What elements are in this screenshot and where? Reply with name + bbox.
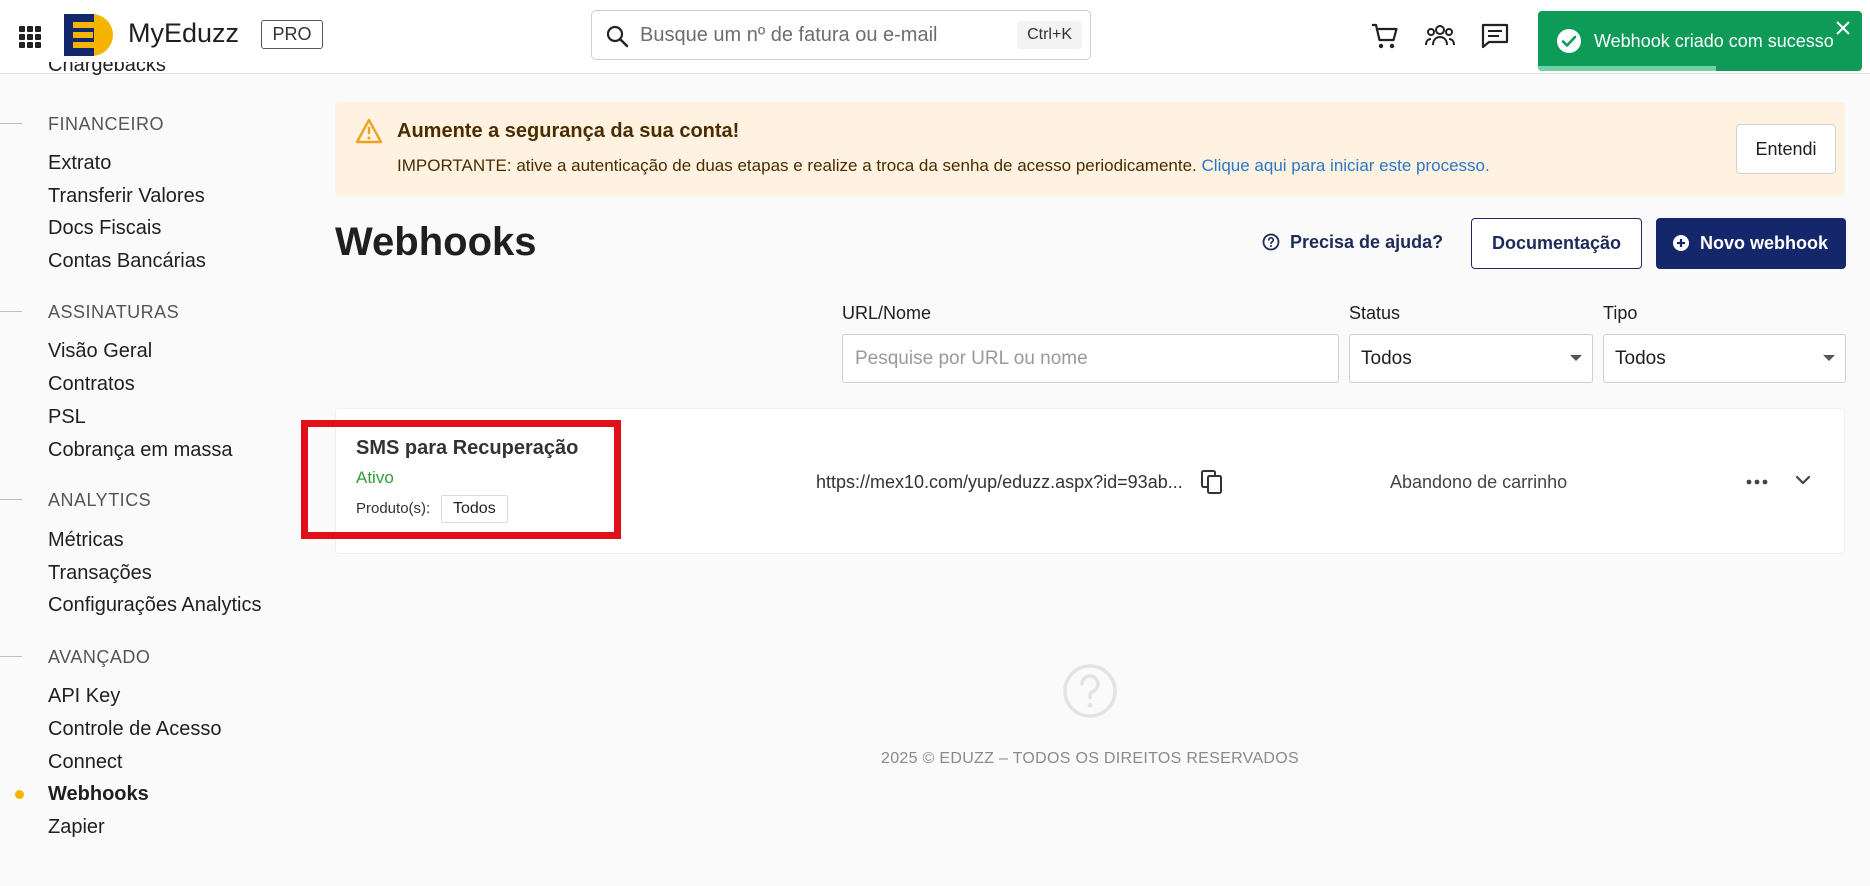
status-filter-label: Status [1349, 303, 1401, 323]
chat-icon[interactable] [1479, 20, 1511, 52]
search-icon [606, 25, 629, 48]
copy-icon[interactable] [1200, 469, 1224, 495]
users-icon[interactable] [1424, 20, 1456, 52]
success-toast: Webhook criado com sucesso [1538, 11, 1862, 71]
sidebar-item-api-key[interactable]: API Key [48, 685, 120, 708]
alert-title: Aumente a segurança da sua conta! [397, 120, 740, 142]
close-icon[interactable] [1834, 19, 1852, 37]
help-link-label: Precisa de ajuda? [1290, 232, 1444, 252]
search-input[interactable] [640, 19, 990, 51]
page-title: Webhooks [335, 220, 537, 264]
warning-icon [355, 118, 383, 144]
help-circle-icon [1262, 233, 1280, 251]
sidebar-item-cobranca-em-massa[interactable]: Cobrança em massa [48, 439, 233, 462]
url-filter-label: URL/Nome [842, 303, 932, 323]
cart-icon[interactable] [1369, 20, 1401, 52]
type-select[interactable]: Todos [1603, 334, 1846, 383]
sidebar-item-chargebacks[interactable]: Chargebacks [48, 62, 166, 76]
search-shortcut: Ctrl+K [1017, 21, 1082, 49]
eduzz-logo-icon [64, 14, 113, 56]
sidebar-item-metricas[interactable]: Métricas [48, 529, 124, 552]
type-filter-label: Tipo [1603, 303, 1638, 323]
search-box[interactable]: Ctrl+K [591, 10, 1091, 60]
webhook-url: https://mex10.com/yup/eduzz.aspx?id=93ab… [816, 472, 1183, 492]
dismiss-alert-button[interactable]: Entendi [1736, 124, 1836, 174]
products-label: Produto(s): [356, 500, 431, 517]
section-divider [0, 499, 22, 500]
webhook-row[interactable]: SMS para Recuperação Ativo Produto(s): T… [335, 408, 1845, 554]
url-search-input[interactable] [842, 334, 1339, 383]
status-select-value: Todos [1361, 348, 1412, 369]
section-divider [0, 123, 22, 124]
sidebar-item-contratos[interactable]: Contratos [48, 373, 135, 396]
sidebar-item-docs-fiscais[interactable]: Docs Fiscais [48, 217, 161, 240]
toast-message: Webhook criado com sucesso [1594, 31, 1834, 51]
plan-badge: PRO [261, 20, 323, 49]
dropdown-arrow-icon [1823, 355, 1835, 361]
plus-circle-icon [1673, 235, 1689, 251]
security-alert: Aumente a segurança da sua conta! IMPORT… [335, 102, 1845, 196]
new-webhook-label: Novo webhook [1700, 233, 1829, 253]
help-circle-icon [1063, 664, 1117, 718]
toast-progress-bar [1538, 66, 1717, 71]
sidebar-item-transacoes[interactable]: Transações [48, 562, 152, 585]
sidebar-item-contas-bancarias[interactable]: Contas Bancárias [48, 250, 206, 273]
sidebar-item-connect[interactable]: Connect [48, 751, 123, 774]
alert-link[interactable]: Clique aqui para iniciar este processo. [1202, 156, 1490, 175]
status-select[interactable]: Todos [1349, 334, 1593, 383]
new-webhook-button[interactable]: Novo webhook [1656, 218, 1846, 269]
footer-copyright: 2025 © EDUZZ – TODOS OS DIREITOS RESERVA… [881, 750, 1299, 767]
alert-body: IMPORTANTE: ative a autenticação de duas… [397, 156, 1490, 176]
section-avancado: AVANÇADO [48, 647, 151, 667]
sidebar-item-psl[interactable]: PSL [48, 406, 86, 429]
sidebar-item-controle-de-acesso[interactable]: Controle de Acesso [48, 718, 221, 741]
more-options-icon[interactable] [1744, 475, 1770, 489]
check-circle-icon [1557, 29, 1581, 53]
dropdown-arrow-icon [1570, 355, 1582, 361]
alert-text: IMPORTANTE: ative a autenticação de duas… [397, 156, 1197, 175]
chevron-down-icon[interactable] [1794, 471, 1812, 489]
products-chip: Todos [441, 495, 508, 523]
sidebar-item-extrato[interactable]: Extrato [48, 152, 111, 175]
section-divider [0, 656, 22, 657]
sidebar-item-zapier[interactable]: Zapier [48, 816, 105, 839]
documentation-button[interactable]: Documentação [1471, 218, 1642, 269]
webhook-status: Ativo [356, 468, 394, 487]
sidebar-item-visao-geral[interactable]: Visão Geral [48, 340, 152, 363]
sidebar: Chargebacks FINANCEIRO Extrato Transferi… [0, 62, 300, 886]
sidebar-item-webhooks[interactable]: Webhooks [48, 783, 149, 806]
sidebar-item-transferir-valores[interactable]: Transferir Valores [48, 185, 205, 208]
section-assinaturas: ASSINATURAS [48, 302, 180, 322]
webhook-name: SMS para Recuperação [356, 437, 579, 459]
apps-icon[interactable] [19, 26, 41, 48]
brand-name: MyEduzz [128, 18, 240, 48]
section-financeiro: FINANCEIRO [48, 114, 165, 134]
section-analytics: ANALYTICS [48, 490, 152, 510]
sidebar-item-configuracoes-analytics[interactable]: Configurações Analytics [48, 594, 261, 617]
section-divider [0, 311, 22, 312]
type-select-value: Todos [1615, 348, 1666, 369]
active-indicator [15, 790, 24, 799]
webhook-type: Abandono de carrinho [1390, 472, 1568, 492]
